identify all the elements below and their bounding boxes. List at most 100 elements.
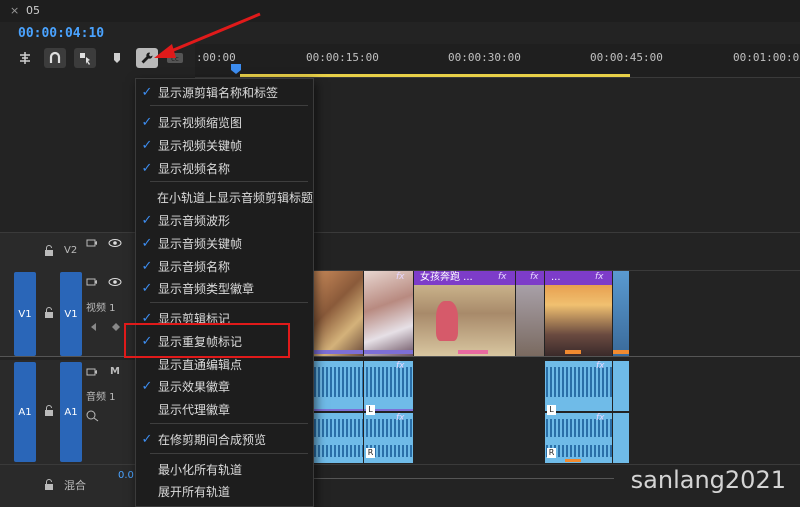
menu-item-show-video-thumbnails[interactable]: ✓ 显示视频缩览图 [136, 111, 313, 133]
menu-item-label: 显示音频名称 [158, 259, 231, 274]
menu-item-show-audio-keyframes[interactable]: ✓ 显示音频关键帧 [136, 232, 313, 254]
menu-item-show-proxy-badges[interactable]: 显示代理徽章 [136, 398, 313, 420]
mix-line [314, 478, 614, 479]
keyframe-nav-icon[interactable] [90, 322, 120, 332]
checkmark-icon: ✓ [141, 160, 153, 176]
checkmark-icon: ✓ [141, 280, 153, 296]
annotation-highlight-box [124, 323, 290, 358]
menu-item-label: 在小轨道上显示音频剪辑标题 [156, 190, 313, 205]
insert-sequence-as-nest-button[interactable] [14, 48, 36, 68]
source-patch-a1[interactable]: A1 [14, 362, 36, 462]
checkmark-icon: ✓ [141, 114, 153, 130]
menu-item-expand-all-tracks[interactable]: 展开所有轨道 [136, 480, 313, 502]
snap-button[interactable] [44, 48, 66, 68]
ruler-label: :00:00 [196, 51, 236, 64]
fx-badge: fx [498, 272, 507, 282]
track-target-a1[interactable]: A1 [60, 362, 82, 462]
menu-item-label: 显示音频波形 [158, 213, 231, 228]
left-channel-tag: L [547, 405, 556, 415]
menu-item-label: 在修剪期间合成预览 [158, 432, 267, 447]
ruler-label: 00:00:30:00 [448, 51, 521, 64]
checkmark-icon: ✓ [141, 137, 153, 153]
magnet-icon [49, 51, 61, 63]
ruler-label: 00:00:15:00 [306, 51, 379, 64]
menu-item-minimize-all-tracks[interactable]: 最小化所有轨道 [136, 458, 313, 480]
linked-selection-icon [80, 53, 90, 65]
menu-item-label: 显示代理徽章 [158, 402, 231, 417]
fx-badge: fx [396, 272, 405, 282]
video-clip[interactable]: fx [516, 271, 544, 356]
checkmark-icon: ✓ [141, 431, 153, 447]
video-clip[interactable] [613, 271, 629, 356]
nest-icon [20, 52, 30, 64]
film-icon[interactable] [86, 367, 98, 377]
video-clip-sunset[interactable]: ... fx [545, 271, 612, 356]
add-marker-button[interactable] [106, 48, 128, 68]
mute-button[interactable]: M [110, 366, 120, 377]
menu-separator [150, 423, 308, 424]
right-channel-tag: R [366, 448, 375, 458]
menu-item-show-audio-type-badge[interactable]: ✓ 显示音频类型徽章 [136, 277, 313, 299]
eye-icon[interactable] [108, 238, 122, 248]
video-clip[interactable] [314, 271, 363, 356]
checkmark-icon: ✓ [141, 378, 153, 394]
menu-item-show-audio-titles-small-tracks[interactable]: 在小轨道上显示音频剪辑标题 [136, 186, 313, 208]
menu-item-label: 展开所有轨道 [158, 484, 231, 499]
checkmark-icon: ✓ [141, 258, 153, 274]
video-clip[interactable]: fx [364, 271, 413, 356]
fx-badge: fx [596, 413, 605, 423]
eye-icon[interactable] [108, 277, 122, 287]
menu-item-show-source-clip-names[interactable]: ✓ 显示源剪辑名称和标签 [136, 81, 313, 103]
menu-item-label: 显示音频关键帧 [158, 236, 243, 251]
film-icon[interactable] [86, 277, 98, 287]
right-channel-tag: R [547, 448, 556, 458]
audio-clips[interactable] [314, 361, 629, 464]
ruler-label: 00:00:45:00 [590, 51, 663, 64]
track-name-a1: 音频 1 [86, 392, 116, 403]
playhead-timecode[interactable]: 00:00:04:10 [18, 26, 104, 41]
left-channel-tag: L [366, 405, 375, 415]
menu-separator [150, 453, 308, 454]
track-name-v2: V2 [64, 245, 78, 256]
mix-volume-value[interactable]: 0.0 [118, 470, 134, 481]
ruler-label: 00:01:00:00 [733, 51, 800, 64]
video-clip-girl-running[interactable]: 女孩奔跑 ... fx [414, 271, 515, 356]
menu-item-show-fx-badges[interactable]: ✓ 显示效果徽章 [136, 375, 313, 397]
menu-separator [150, 181, 308, 182]
menu-item-label: 显示视频缩览图 [158, 115, 243, 130]
fx-badge: fx [595, 272, 604, 282]
tab-close-button[interactable]: × [10, 4, 19, 17]
menu-item-show-video-names[interactable]: ✓ 显示视频名称 [136, 157, 313, 179]
tab-bar [0, 0, 800, 22]
menu-item-show-audio-waveform[interactable]: ✓ 显示音频波形 [136, 209, 313, 231]
menu-separator [150, 105, 308, 106]
menu-item-show-video-keyframes[interactable]: ✓ 显示视频关键帧 [136, 134, 313, 156]
menu-item-label: 最小化所有轨道 [158, 462, 243, 477]
menu-separator [150, 302, 308, 303]
fx-badge: fx [396, 361, 405, 371]
fx-badge: fx [396, 413, 405, 423]
lock-icon[interactable] [44, 405, 54, 416]
voice-record-icon[interactable] [86, 410, 100, 422]
menu-item-show-audio-names[interactable]: ✓ 显示音频名称 [136, 255, 313, 277]
lock-icon[interactable] [44, 245, 54, 256]
work-area-bar[interactable] [240, 74, 630, 77]
marker-icon [114, 53, 120, 63]
menu-item-label: 显示效果徽章 [158, 379, 231, 394]
film-icon[interactable] [86, 238, 98, 248]
track-name-v1: 视频 1 [86, 303, 116, 314]
source-patch-v1[interactable]: V1 [14, 272, 36, 356]
track-target-v1[interactable]: V1 [60, 272, 82, 356]
menu-item-label: 显示视频名称 [158, 161, 231, 176]
menu-item-label: 显示源剪辑名称和标签 [158, 85, 279, 100]
sequence-tab[interactable]: 05 [26, 4, 40, 17]
lock-icon[interactable] [44, 479, 54, 490]
mix-track-label: 混合 [64, 479, 86, 492]
menu-item-composite-preview-during-trim[interactable]: ✓ 在修剪期间合成预览 [136, 428, 313, 450]
checkmark-icon: ✓ [141, 84, 153, 100]
track-divider [0, 232, 800, 233]
menu-item-label: 显示视频关键帧 [158, 138, 243, 153]
video-audio-divider [0, 356, 800, 357]
linked-selection-button[interactable] [74, 48, 96, 68]
lock-icon[interactable] [44, 307, 54, 318]
